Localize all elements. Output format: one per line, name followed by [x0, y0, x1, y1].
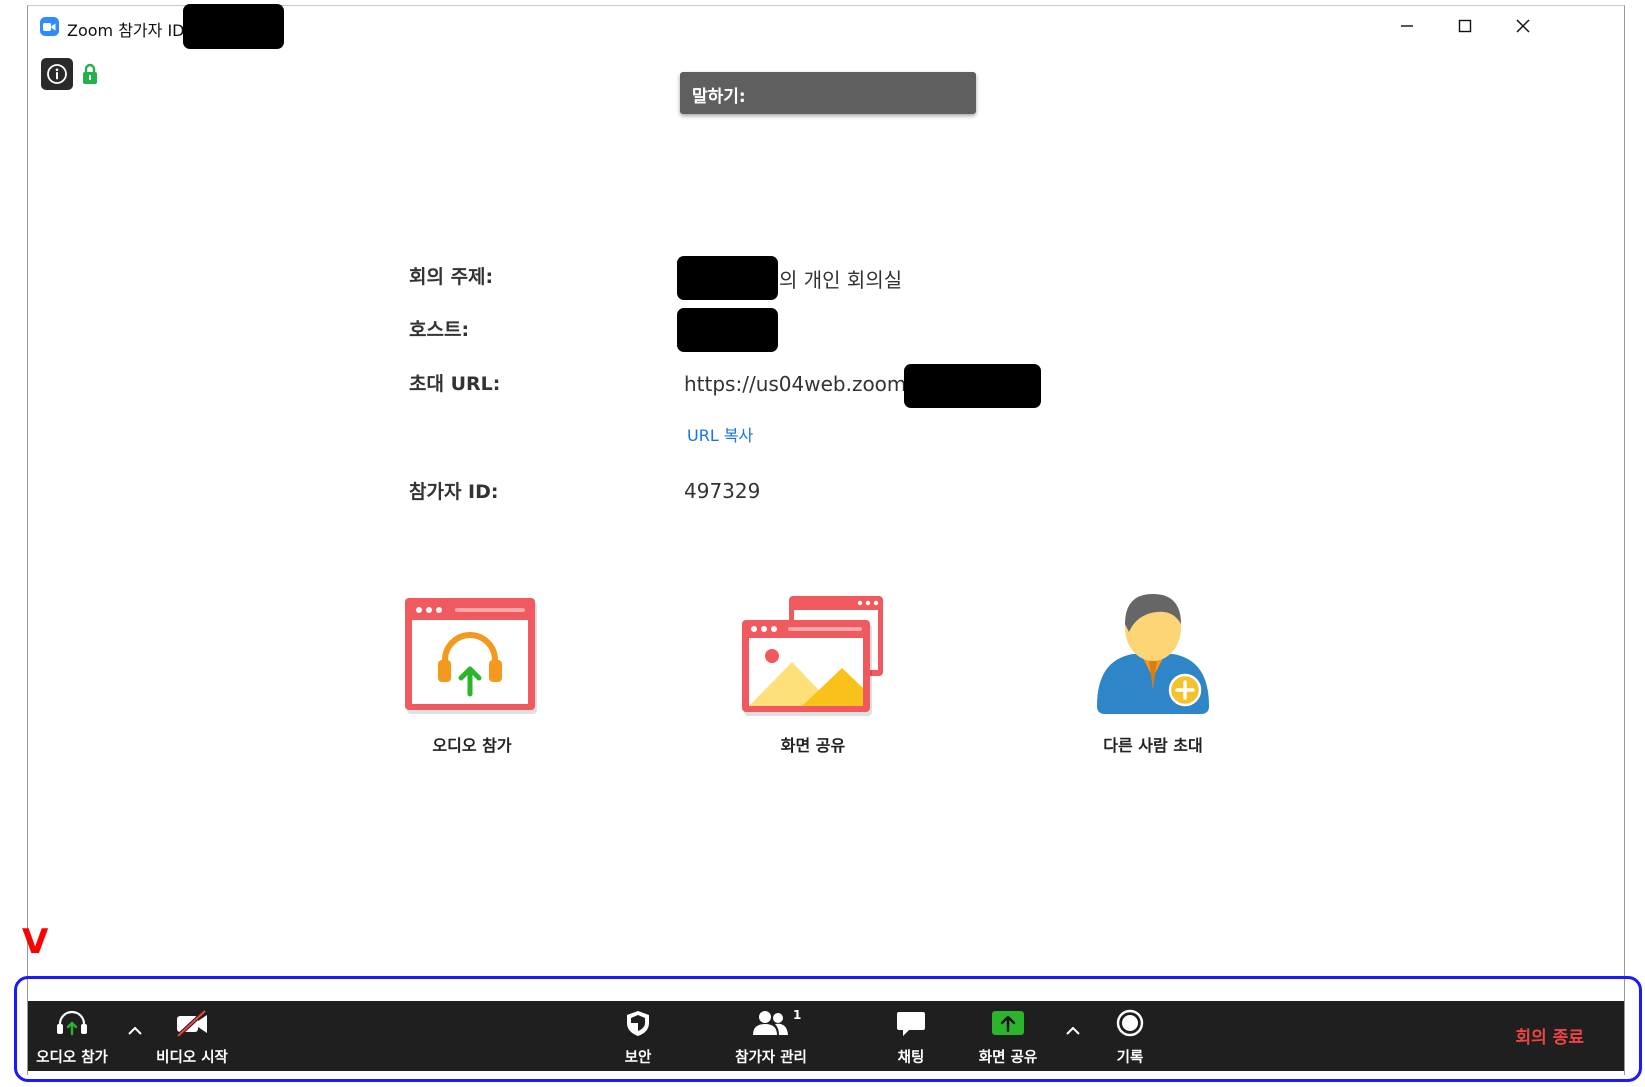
annotation-marker: V: [22, 922, 49, 962]
join-audio-button[interactable]: 오디오 참가: [32, 1009, 112, 1067]
redacted-host-name: [677, 256, 778, 300]
share-screen-label: 화면 공유: [978, 1050, 1038, 1066]
redacted-host-value: [677, 308, 778, 352]
share-options-chevron-up-icon[interactable]: [1062, 1019, 1084, 1040]
security-button[interactable]: 보안: [610, 1009, 666, 1067]
join-audio-label: 오디오 참가: [36, 1050, 108, 1066]
close-button[interactable]: [1494, 6, 1552, 46]
zoom-window: Zoom 참가자 ID: 말하기: 회의 주제: 의 개인 회의실 호스트: 초…: [27, 4, 1625, 1075]
title-bar: Zoom 참가자 ID:: [28, 4, 1624, 49]
start-video-button[interactable]: 비디오 시작: [152, 1009, 232, 1067]
invite-url-value: https://us04web.zoom.us: [684, 372, 936, 396]
maximize-button[interactable]: [1436, 6, 1494, 46]
chat-button[interactable]: 채팅: [883, 1009, 939, 1067]
manage-participants-label: 참가자 관리: [735, 1050, 807, 1066]
shield-icon: [627, 1011, 649, 1036]
redacted-meeting-id: [183, 4, 284, 49]
security-label: 보안: [624, 1050, 652, 1066]
invite-url-label: 초대 URL:: [409, 373, 501, 395]
copy-url-link[interactable]: URL 복사: [687, 422, 753, 446]
participant-id-label: 참가자 ID:: [409, 481, 499, 503]
end-meeting-button[interactable]: 회의 종료: [1516, 1023, 1584, 1048]
minimize-button[interactable]: [1378, 6, 1436, 46]
topic-value: 의 개인 회의실: [779, 268, 903, 292]
share-screen-icon: [992, 1011, 1024, 1035]
window-title: Zoom 참가자 ID:: [67, 21, 190, 40]
zoom-logo-icon: [40, 17, 59, 36]
redacted-url-suffix: [904, 364, 1041, 408]
share-screen-card-icon: [742, 596, 883, 716]
info-icon: [47, 64, 67, 84]
audio-options-chevron-up-icon[interactable]: [124, 1019, 146, 1040]
video-off-icon: [176, 1009, 207, 1038]
record-button[interactable]: 기록: [1102, 1009, 1158, 1067]
participants-icon: [753, 1011, 788, 1035]
invite-action[interactable]: 다른 사람 초대: [1068, 590, 1238, 756]
chat-bubble-icon: [897, 1012, 925, 1036]
share-screen-caption: 화면 공유: [780, 736, 846, 755]
record-icon: [1116, 1009, 1144, 1037]
participant-count-badge: 1: [793, 1008, 802, 1022]
record-label: 기록: [1116, 1050, 1144, 1066]
speaking-indicator: 말하기:: [680, 72, 976, 114]
meeting-toolbar: 오디오 참가 비디오 시작 보안 참가자 관리 1 채팅 화면 공유 기록 회의…: [28, 1001, 1624, 1071]
share-screen-button[interactable]: 화면 공유: [970, 1009, 1046, 1067]
share-screen-action[interactable]: 화면 공유: [728, 596, 898, 756]
chat-label: 채팅: [897, 1050, 925, 1066]
encryption-lock-icon[interactable]: [82, 63, 98, 89]
topic-label: 회의 주제:: [409, 266, 494, 288]
invite-caption: 다른 사람 초대: [1103, 736, 1203, 755]
join-audio-caption: 오디오 참가: [432, 736, 512, 755]
meeting-info-button[interactable]: [41, 58, 73, 90]
join-audio-action[interactable]: 오디오 참가: [387, 598, 557, 756]
participant-id-value: 497329: [684, 479, 761, 503]
join-audio-card-icon: [405, 598, 537, 714]
host-label: 호스트:: [409, 319, 470, 341]
start-video-label: 비디오 시작: [156, 1050, 228, 1066]
manage-participants-button[interactable]: 참가자 관리: [727, 1009, 815, 1067]
invite-person-icon: [1097, 594, 1209, 714]
headphones-icon: [57, 1010, 87, 1036]
